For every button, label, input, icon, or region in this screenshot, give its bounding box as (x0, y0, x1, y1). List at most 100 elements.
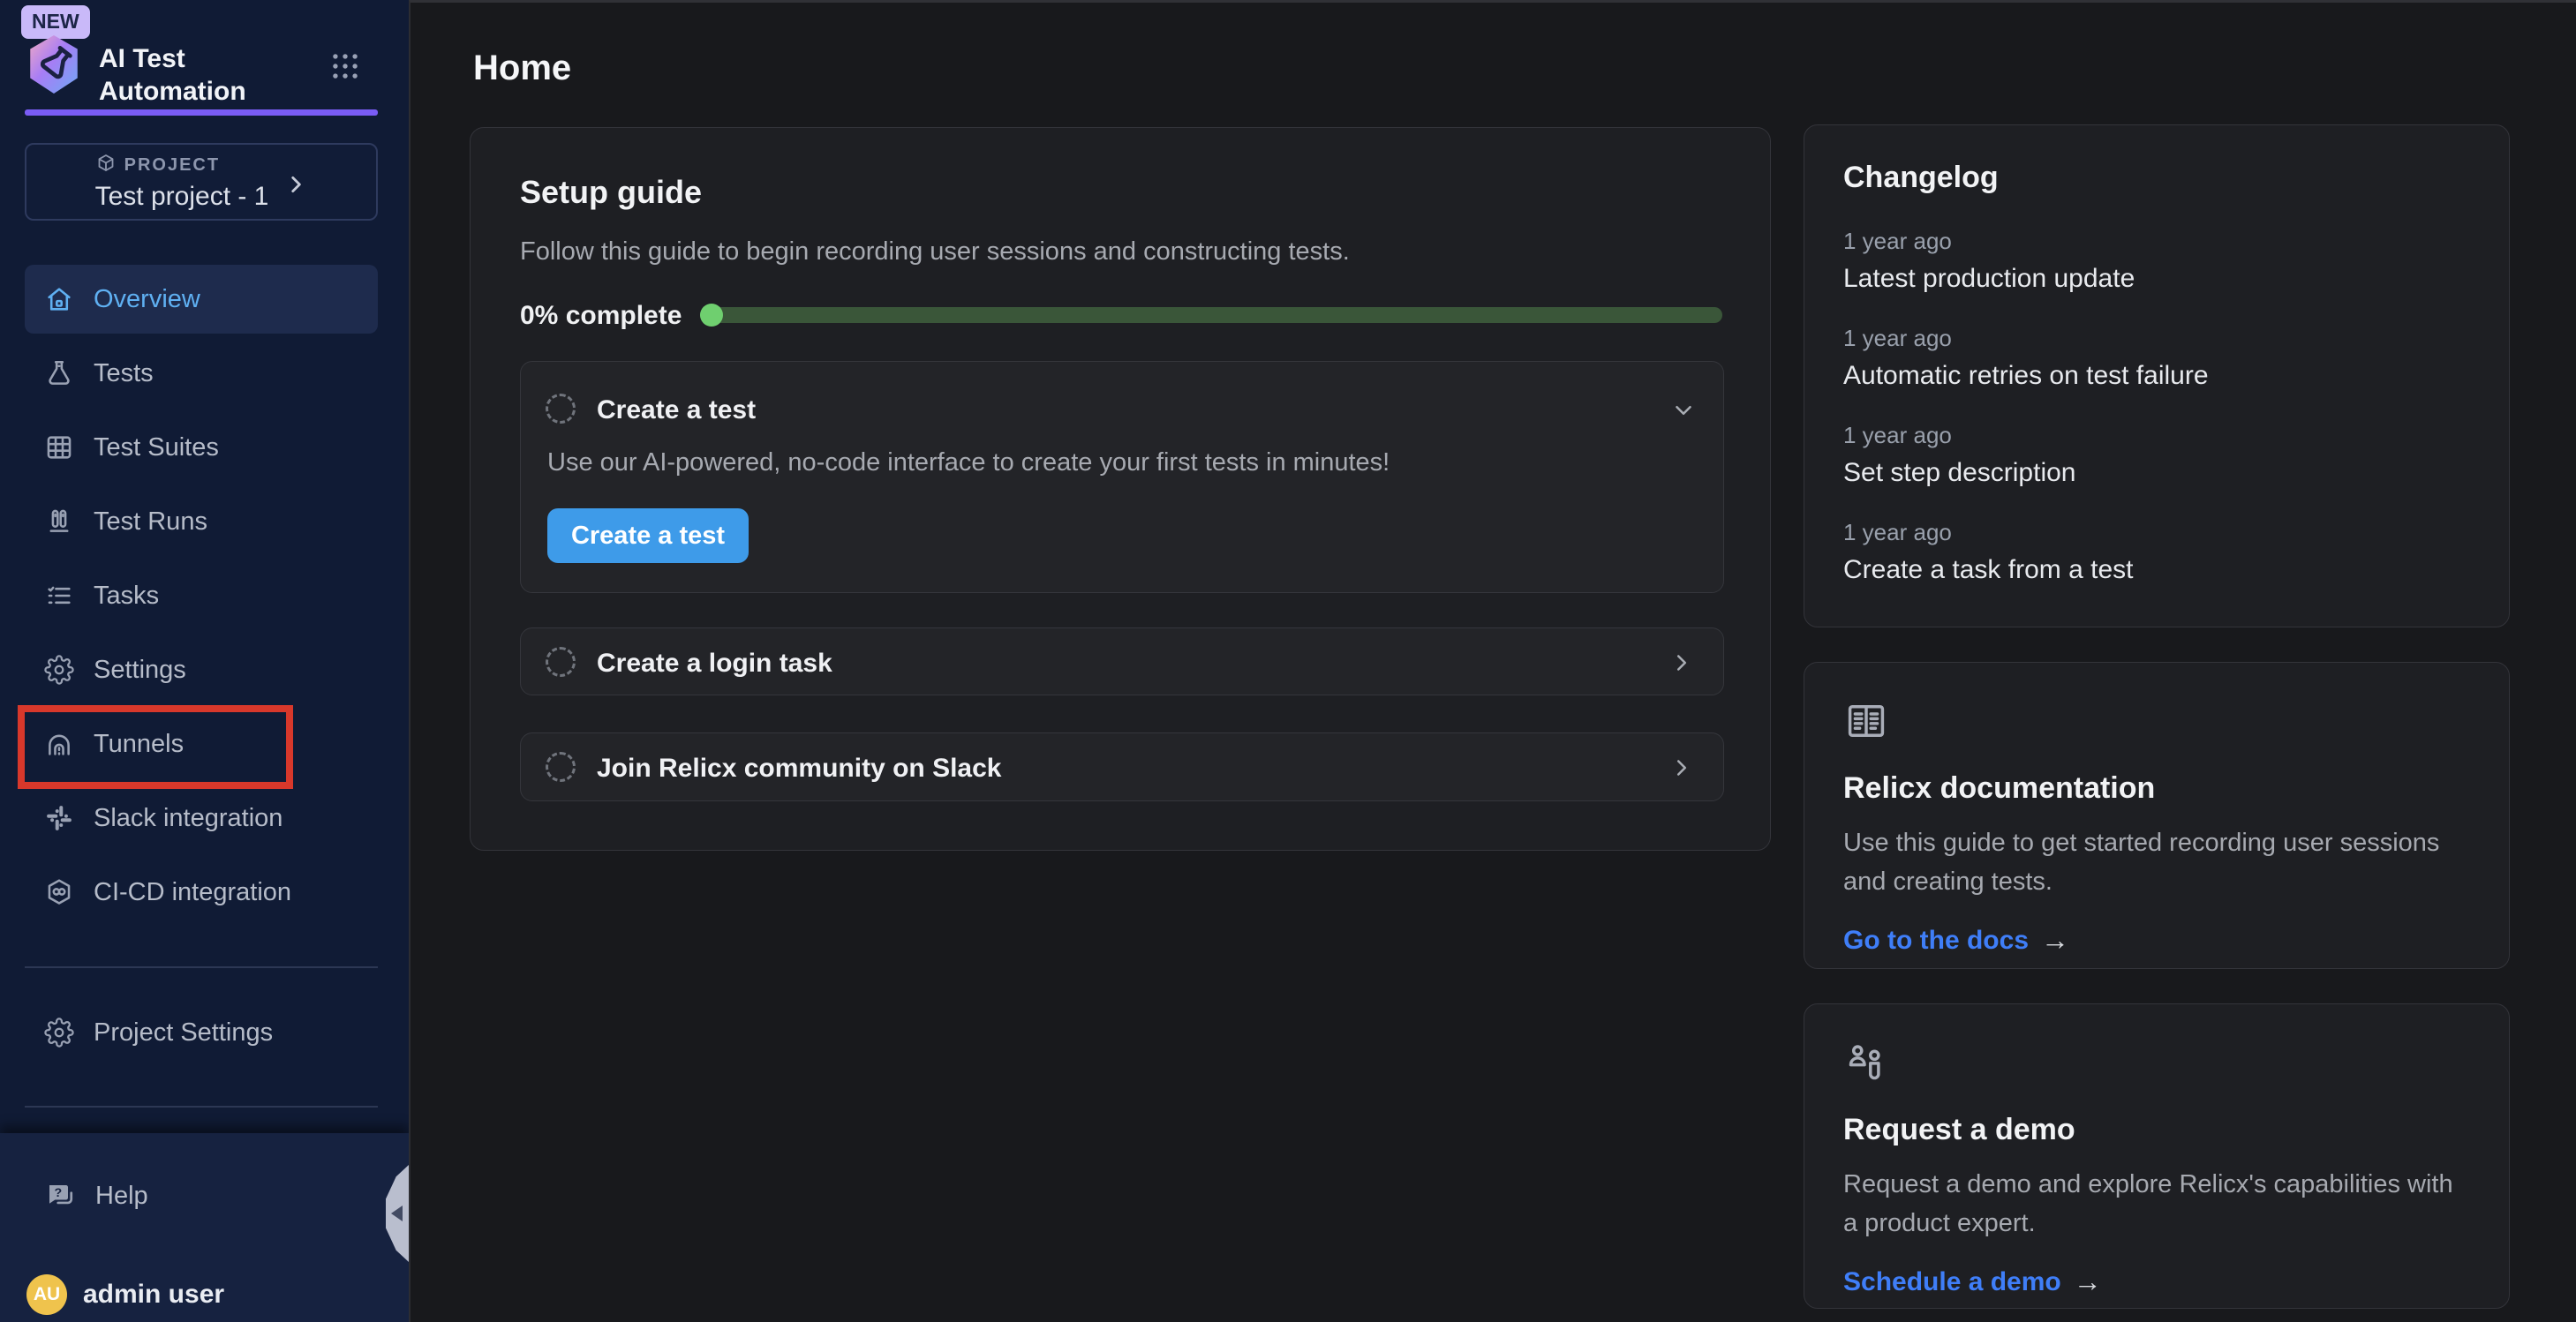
sidebar-item-label: Tests (94, 359, 154, 388)
sidebar-item-label: Test Suites (94, 433, 219, 462)
documentation-icon (1843, 698, 2470, 748)
changelog-entry: 1 year ago Latest production update (1843, 227, 2470, 295)
changelog-entry: 1 year ago Automatic retries on test fai… (1843, 324, 2470, 392)
link-text: Go to the docs (1843, 926, 2029, 956)
sidebar-item-cicd-integration[interactable]: CI-CD integration (25, 858, 378, 927)
changelog-time: 1 year ago (1843, 421, 2470, 449)
sidebar-item-overview[interactable]: Overview (25, 265, 378, 334)
changelog-entry: 1 year ago Set step description (1843, 421, 2470, 489)
flask-icon (44, 358, 74, 388)
project-label: PROJECT (124, 155, 220, 176)
project-box-icon (95, 153, 117, 178)
tasks-icon (44, 581, 74, 611)
create-a-test-button[interactable]: Create a test (547, 508, 749, 563)
progress-bar (700, 304, 1722, 327)
documentation-body: Use this guide to get started recording … (1843, 823, 2470, 901)
gear-icon (44, 1018, 74, 1048)
slack-icon (44, 803, 74, 833)
sidebar-item-label: Test Runs (94, 507, 207, 537)
step-description: Use our AI-powered, no-code interface to… (547, 448, 1390, 477)
changelog-card: Changelog 1 year ago Latest production u… (1804, 124, 2510, 627)
help-label: Help (95, 1182, 148, 1211)
incomplete-status-icon (546, 752, 576, 782)
sidebar-divider (25, 1106, 378, 1108)
setup-guide-subtitle: Follow this guide to begin recording use… (520, 237, 1350, 267)
sidebar-item-label: Settings (94, 656, 186, 685)
arrow-right-icon: → (2074, 1266, 2102, 1298)
arrow-right-icon: → (2041, 924, 2069, 957)
sidebar-item-tunnels[interactable]: Tunnels (25, 710, 378, 778)
go-to-docs-link[interactable]: Go to the docs → (1843, 924, 2069, 957)
step-title: Create a login task (597, 649, 832, 679)
sidebar-item-label: Tasks (94, 582, 159, 611)
sidebar-item-label: CI-CD integration (94, 878, 291, 907)
link-text: Schedule a demo (1843, 1267, 2061, 1297)
changelog-time: 1 year ago (1843, 324, 2470, 352)
step-title: Join Relicx community on Slack (597, 754, 1001, 784)
cicd-icon (44, 877, 74, 907)
request-demo-body: Request a demo and explore Relicx's capa… (1843, 1165, 2470, 1243)
sidebar-item-label: Project Settings (94, 1018, 273, 1048)
documentation-title: Relicx documentation (1843, 771, 2470, 806)
setup-step-join-slack-community[interactable]: Join Relicx community on Slack (520, 732, 1724, 801)
schedule-demo-link[interactable]: Schedule a demo → (1843, 1266, 2102, 1298)
progress-track (700, 307, 1722, 323)
sidebar-item-test-suites[interactable]: Test Suites (25, 413, 378, 482)
sidebar-bottom-panel: ? Help AU admin user (0, 1133, 409, 1322)
home-icon (44, 284, 74, 314)
chevron-right-icon (284, 173, 307, 200)
sidebar-item-label: Slack integration (94, 804, 282, 833)
changelog-time: 1 year ago (1843, 518, 2470, 546)
project-selector[interactable]: PROJECT Test project - 1 (25, 143, 378, 221)
help-icon: ? (44, 1180, 76, 1212)
setup-step-create-login-task[interactable]: Create a login task (520, 627, 1724, 695)
documentation-card: Relicx documentation Use this guide to g… (1804, 662, 2510, 969)
sidebar-item-tasks[interactable]: Tasks (25, 561, 378, 630)
chevron-right-icon[interactable] (1668, 755, 1695, 785)
setup-guide-card: Setup guide Follow this guide to begin r… (470, 127, 1771, 851)
svg-text:?: ? (55, 1186, 63, 1200)
sidebar-item-tests[interactable]: Tests (25, 339, 378, 408)
progress-dot (700, 304, 723, 327)
app-launcher-grid-icon[interactable] (328, 49, 362, 87)
setup-step-create-a-test[interactable]: Create a test Use our AI-powered, no-cod… (520, 361, 1724, 593)
brand-divider (25, 109, 378, 116)
avatar: AU (26, 1274, 67, 1315)
gear-icon (44, 655, 74, 685)
sidebar-item-label: Overview (94, 285, 200, 314)
tunnel-icon (44, 729, 74, 759)
sidebar-item-project-settings[interactable]: Project Settings (25, 998, 378, 1067)
changelog-entry-title: Latest production update (1843, 263, 2470, 295)
user-menu[interactable]: AU admin user (26, 1274, 224, 1315)
test-runs-icon (44, 507, 74, 537)
changelog-entry-title: Automatic retries on test failure (1843, 360, 2470, 392)
project-name: Test project - 1 (95, 182, 269, 212)
setup-guide-title: Setup guide (520, 174, 702, 211)
chevron-down-icon[interactable] (1670, 397, 1697, 428)
app-logo-icon (25, 34, 83, 100)
step-title: Create a test (597, 395, 756, 425)
incomplete-status-icon (546, 394, 576, 424)
request-demo-title: Request a demo (1843, 1113, 2470, 1147)
sidebar: NEW AI Test Automation (0, 0, 409, 1322)
sidebar-divider (25, 966, 378, 968)
sidebar-item-slack-integration[interactable]: Slack integration (25, 784, 378, 853)
changelog-entry-title: Set step description (1843, 457, 2470, 489)
table-icon (44, 432, 74, 462)
sidebar-item-test-runs[interactable]: Test Runs (25, 487, 378, 556)
progress-label: 0% complete (520, 301, 682, 331)
sidebar-item-settings[interactable]: Settings (25, 635, 378, 704)
changelog-title: Changelog (1843, 161, 2470, 195)
chevron-right-icon[interactable] (1668, 650, 1695, 680)
sidebar-nav: Overview Tests Test Suites (25, 265, 378, 932)
incomplete-status-icon (546, 647, 576, 677)
changelog-time: 1 year ago (1843, 227, 2470, 255)
user-name: admin user (83, 1280, 224, 1310)
app-title: AI Test Automation (99, 42, 293, 108)
request-demo-card: Request a demo Request a demo and explor… (1804, 1003, 2510, 1309)
changelog-entry: 1 year ago Create a task from a test (1843, 518, 2470, 586)
people-icon (1843, 1040, 2470, 1090)
changelog-entry-title: Create a task from a test (1843, 554, 2470, 586)
sidebar-item-label: Tunnels (94, 730, 184, 759)
help-button[interactable]: ? Help (25, 1161, 378, 1230)
